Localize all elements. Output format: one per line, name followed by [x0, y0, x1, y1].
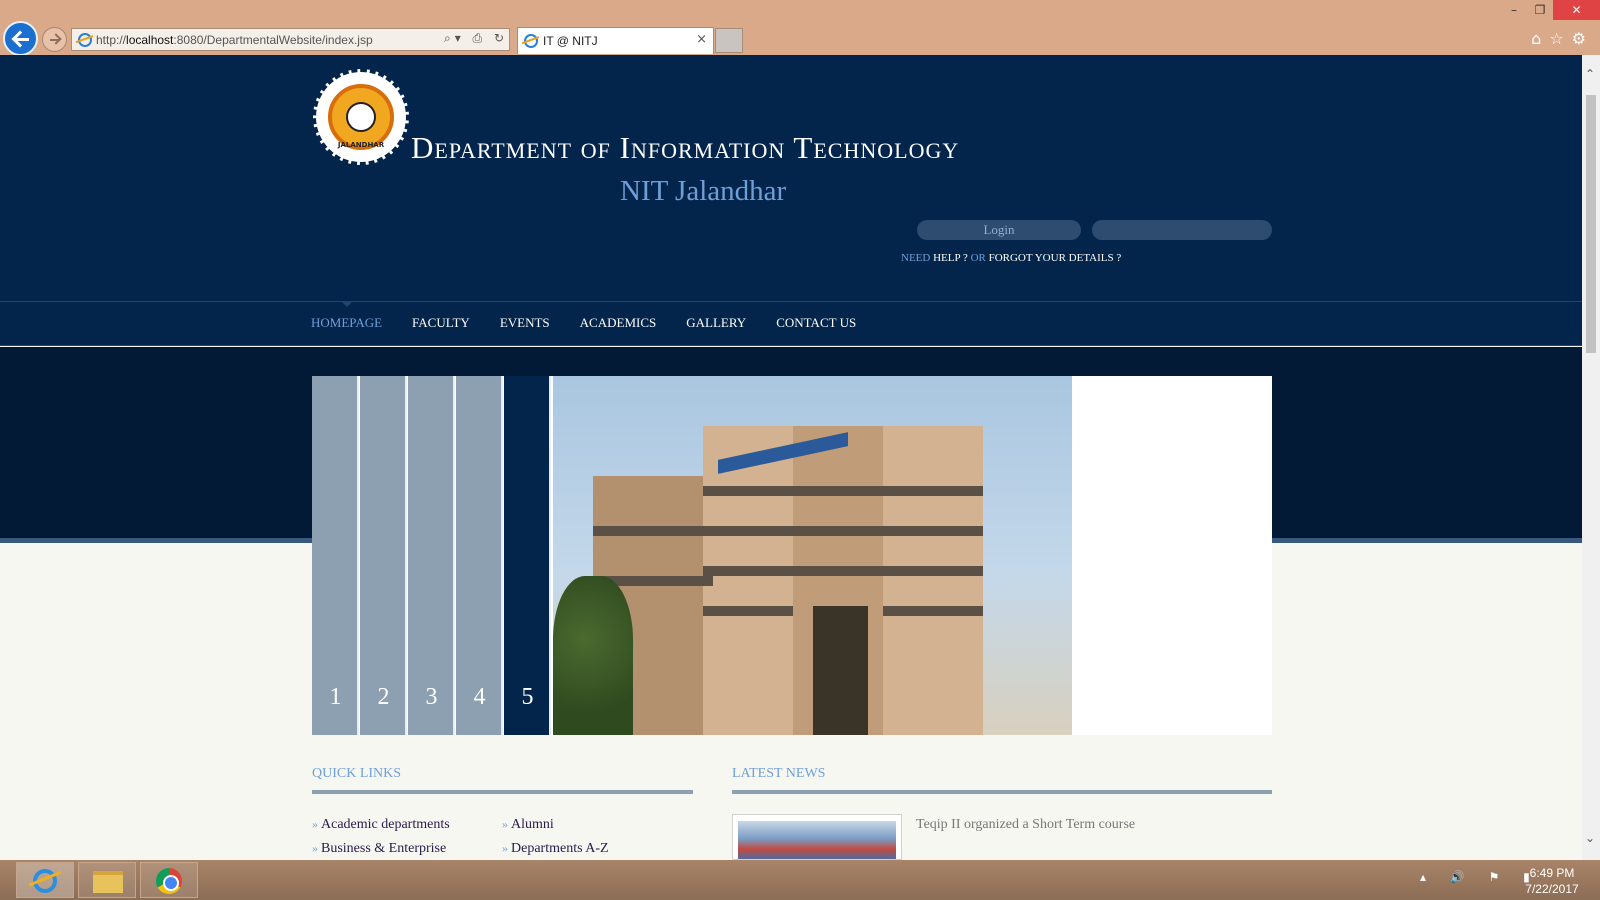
- news-thumbnail[interactable]: [732, 814, 902, 860]
- chevron-right-icon: »: [502, 817, 508, 831]
- slide-tab-number: 2: [377, 684, 390, 710]
- window-controls: – ❐ ✕: [1501, 0, 1600, 20]
- quick-link-departments-a-z[interactable]: » Departments A-Z: [502, 841, 609, 857]
- forward-arrow-icon[interactable]: [42, 27, 67, 52]
- logo-atom-icon: [346, 102, 376, 132]
- taskbar-ie-button[interactable]: [16, 862, 74, 898]
- nav-academics[interactable]: ACADEMICS: [580, 302, 657, 347]
- close-tab-icon[interactable]: ×: [696, 32, 707, 47]
- taskbar: ▴ 🔊 ⚑ ▮ 6:49 PM 7/22/2017: [0, 860, 1600, 900]
- quick-links-title: QUICK LINKS: [312, 766, 402, 781]
- window-row: [703, 566, 983, 576]
- nav-gallery[interactable]: GALLERY: [686, 302, 746, 347]
- quick-link-business-enterprise[interactable]: » Business & Enterprise: [312, 841, 446, 857]
- address-tools-icons[interactable]: ⌕▾ ⎙ ↻: [444, 31, 508, 46]
- quick-link-label: Academic departments: [321, 817, 450, 832]
- url-rest: :8080/DepartmentalWebsite/index.jsp: [173, 33, 373, 47]
- chevron-right-icon: »: [312, 841, 318, 855]
- chrome-icon: [156, 868, 182, 894]
- quick-link-label: Business & Enterprise: [321, 841, 447, 856]
- page-title: Department of Information Technology: [411, 130, 960, 165]
- taskbar-explorer-button[interactable]: [78, 862, 136, 898]
- chevron-right-icon: »: [312, 817, 318, 831]
- news-photo: [738, 821, 896, 859]
- nav-menu: HOMEPAGE FACULTY EVENTS ACADEMICS GALLER…: [311, 301, 886, 347]
- slide-tab-number: 4: [473, 684, 486, 710]
- help-line: NEED HELP ? OR FORGOT YOUR DETAILS ?: [901, 252, 1121, 264]
- news-headline[interactable]: Teqip II organized a Short Term course: [916, 817, 1135, 833]
- restore-icon[interactable]: ❐: [1527, 0, 1553, 20]
- building-entrance: [813, 606, 868, 735]
- slide-tab-number: 1: [329, 684, 342, 710]
- tab-favicon-icon: [524, 34, 538, 48]
- folder-icon: [93, 871, 123, 893]
- tab-it-nitj[interactable]: IT @ NITJ ×: [517, 27, 714, 54]
- window-close-icon[interactable]: ✕: [1553, 0, 1600, 20]
- new-tab-button[interactable]: [715, 28, 743, 53]
- quick-link-label: Alumni: [511, 817, 554, 832]
- window-row: [883, 606, 983, 616]
- nav-homepage[interactable]: HOMEPAGE: [311, 301, 382, 347]
- site-header: JALANDHAR Department of Information Tech…: [0, 55, 1582, 301]
- nav-contact-us[interactable]: CONTACT US: [776, 302, 856, 347]
- help-need-text: NEED: [901, 252, 934, 264]
- window-row: [593, 526, 713, 536]
- quick-link-label: Departments A-Z: [511, 841, 609, 856]
- slide-tab-2[interactable]: 2: [360, 376, 407, 735]
- forgot-details-link[interactable]: FORGOT YOUR DETAILS ?: [989, 252, 1122, 264]
- help-or-text: OR: [967, 252, 989, 264]
- latest-news-title: LATEST NEWS: [732, 766, 826, 781]
- slide-tab-5[interactable]: 5: [504, 376, 551, 735]
- chevron-right-icon: »: [502, 841, 508, 855]
- tree: [553, 576, 633, 735]
- slide-tab-1[interactable]: 1: [312, 376, 359, 735]
- scroll-down-icon[interactable]: ⌄: [1585, 831, 1595, 845]
- url-host: localhost: [126, 33, 174, 47]
- login-input[interactable]: Login: [917, 220, 1081, 240]
- help-link[interactable]: HELP ?: [933, 252, 968, 264]
- quick-links-rule: [312, 790, 693, 794]
- slide-tab-3[interactable]: 3: [408, 376, 455, 735]
- main-nav: HOMEPAGE FACULTY EVENTS ACADEMICS GALLER…: [0, 301, 1582, 346]
- institute-name: NIT Jalandhar: [620, 175, 787, 207]
- department-building-photo: [553, 376, 1072, 735]
- slide-tab-number: 5: [521, 684, 534, 710]
- page-scrollbar[interactable]: ⌃ ⌄: [1582, 55, 1600, 860]
- nav-faculty[interactable]: FACULTY: [412, 302, 470, 347]
- home-favorites-settings-icons[interactable]: ⌂☆⚙: [1531, 29, 1594, 48]
- scroll-up-icon[interactable]: ⌃: [1585, 67, 1595, 81]
- page-viewport: JALANDHAR Department of Information Tech…: [0, 55, 1582, 860]
- slide-tab-number: 3: [425, 684, 438, 710]
- nav-events[interactable]: EVENTS: [500, 302, 550, 347]
- browser-chrome: http://localhost:8080/DepartmentalWebsit…: [0, 0, 1600, 56]
- scroll-thumb[interactable]: [1586, 95, 1596, 353]
- tab-title: IT @ NITJ: [543, 34, 598, 48]
- minimize-icon[interactable]: –: [1501, 0, 1527, 20]
- url-prefix: http://: [96, 33, 127, 47]
- taskbar-chrome-button[interactable]: [140, 862, 198, 898]
- latest-news-rule: [732, 790, 1272, 794]
- image-slider: 1 2 3 4 5: [312, 376, 1272, 735]
- clock-date: 7/22/2017: [1525, 882, 1579, 896]
- window-row: [703, 606, 793, 616]
- password-input[interactable]: [1092, 220, 1272, 240]
- window-row: [703, 526, 983, 536]
- slide-tab-4[interactable]: 4: [456, 376, 503, 735]
- quick-link-alumni[interactable]: » Alumni: [502, 817, 554, 833]
- quick-link-academic-departments[interactable]: » Academic departments: [312, 817, 450, 833]
- back-arrow-icon[interactable]: [3, 21, 38, 56]
- clock-time: 6:49 PM: [1529, 866, 1575, 880]
- internet-explorer-icon: [33, 869, 57, 893]
- window-row: [703, 486, 983, 496]
- logo-text: JALANDHAR: [337, 141, 385, 149]
- taskbar-clock[interactable]: 6:49 PM 7/22/2017: [1512, 865, 1592, 897]
- nitj-logo: JALANDHAR: [313, 69, 409, 165]
- ie-favicon-icon: [78, 33, 92, 47]
